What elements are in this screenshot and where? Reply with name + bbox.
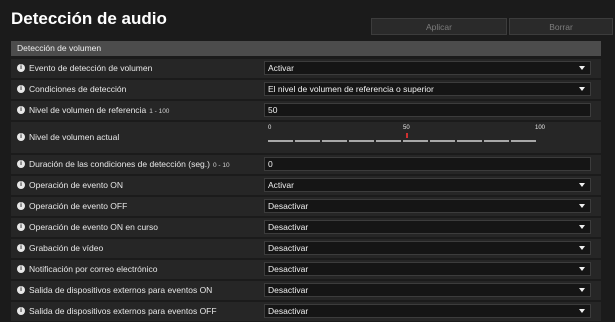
detection-conditions-select[interactable]: El nivel de volumen de referencia o supe… — [264, 82, 591, 96]
row-label: Grabación de vídeo — [29, 243, 104, 253]
apply-button[interactable]: Aplicar — [371, 18, 507, 35]
event-on-ongoing-operation-select[interactable]: Desactivar — [264, 220, 591, 234]
email-notification-select[interactable]: Desactivar — [264, 262, 591, 276]
event-on-operation-select[interactable]: Activar — [264, 178, 591, 192]
meter-segment — [511, 140, 536, 142]
row-label: Salida de dispositivos externos para eve… — [29, 306, 217, 316]
row-detection-duration: i Duración de las condiciones de detecció… — [11, 155, 601, 174]
external-output-on-select[interactable]: Desactivar — [264, 283, 591, 297]
select-value: Activar — [268, 180, 294, 190]
clear-button[interactable]: Borrar — [509, 18, 613, 35]
external-output-off-select[interactable]: Desactivar — [264, 304, 591, 318]
page-title: Detección de audio — [11, 9, 167, 28]
input-value: 50 — [268, 105, 278, 115]
row-label: Salida de dispositivos externos para eve… — [29, 285, 213, 295]
row-label: Condiciones de detección — [29, 84, 127, 94]
chevron-down-icon — [579, 183, 585, 187]
row-label: Operación de evento ON en curso — [29, 222, 158, 232]
info-icon[interactable]: i — [17, 306, 25, 315]
range-hint: 0 - 10 — [212, 162, 230, 169]
select-value: El nivel de volumen de referencia o supe… — [268, 84, 434, 94]
chevron-down-icon — [579, 309, 585, 313]
select-value: Desactivar — [268, 222, 309, 232]
row-event-on-ongoing-operation: i Operación de evento ON en curso Desacti… — [11, 218, 601, 237]
row-label: Duración de las condiciones de detección… — [29, 159, 210, 169]
meter-mid-label: 50 — [403, 125, 410, 131]
row-external-output-off: i Salida de dispositivos externos para ev… — [11, 302, 601, 321]
video-recording-select[interactable]: Desactivar — [264, 241, 591, 255]
row-event-off-operation: i Operación de evento OFF Desactivar — [11, 197, 601, 216]
row-label: Operación de evento ON — [29, 180, 124, 190]
info-icon[interactable]: i — [17, 201, 25, 210]
reference-volume-level-input[interactable]: 50 — [264, 103, 591, 117]
input-value: 0 — [268, 159, 273, 169]
chevron-down-icon — [579, 87, 585, 91]
page-header: Detección de audio Aplicar Borrar — [0, 0, 615, 38]
meter-segment — [349, 140, 374, 142]
info-icon[interactable]: i — [17, 285, 25, 294]
meter-segment — [268, 140, 293, 142]
select-value: Desactivar — [268, 243, 309, 253]
volume-detection-event-select[interactable]: Activar — [264, 61, 591, 75]
meter-max-label: 100 — [535, 125, 546, 131]
meter-segment — [484, 140, 509, 142]
info-icon[interactable]: i — [17, 84, 25, 93]
meter-segment — [403, 140, 428, 142]
row-event-on-operation: i Operación de evento ON Activar — [11, 176, 601, 195]
reference-level-marker — [406, 133, 408, 138]
meter-segment — [376, 140, 401, 142]
row-label: Nivel de volumen actual — [29, 132, 120, 142]
chevron-down-icon — [579, 267, 585, 271]
info-icon[interactable]: i — [17, 105, 25, 114]
row-label: Nivel de volumen de referencia — [29, 105, 147, 115]
current-volume-meter: 0 50 100 — [264, 123, 591, 153]
row-detection-conditions: i Condiciones de detección El nivel de vo… — [11, 80, 601, 99]
meter-segment — [430, 140, 455, 142]
chevron-down-icon — [579, 66, 585, 70]
row-reference-volume-level: i Nivel de volumen de referencia 1 - 100 5… — [11, 101, 601, 120]
row-email-notification: i Notificación por correo electrónico Des… — [11, 260, 601, 279]
info-icon[interactable]: i — [17, 132, 25, 141]
section-header-volume-detection: Detección de volumen — [11, 41, 601, 56]
row-label: Operación de evento OFF — [29, 201, 128, 211]
row-label: Evento de detección de volumen — [29, 63, 153, 73]
select-value: Desactivar — [268, 264, 309, 274]
row-external-output-on: i Salida de dispositivos externos para ev… — [11, 281, 601, 300]
row-volume-detection-event: i Evento de detección de volumen Activar — [11, 59, 601, 78]
row-video-recording: i Grabación de vídeo Desactivar — [11, 239, 601, 258]
select-value: Desactivar — [268, 201, 309, 211]
meter-segment — [295, 140, 320, 142]
range-hint: 1 - 100 — [149, 108, 170, 115]
info-icon[interactable]: i — [17, 243, 25, 252]
meter-segment — [322, 140, 347, 142]
chevron-down-icon — [579, 246, 585, 250]
info-icon[interactable]: i — [17, 222, 25, 231]
row-current-volume-level: i Nivel de volumen actual 0 50 100 — [11, 122, 601, 153]
info-icon[interactable]: i — [17, 180, 25, 189]
row-label: Notificación por correo electrónico — [29, 264, 158, 274]
select-value: Desactivar — [268, 306, 309, 316]
chevron-down-icon — [579, 204, 585, 208]
select-value: Activar — [268, 63, 294, 73]
detection-duration-input[interactable]: 0 — [264, 157, 591, 171]
meter-min-label: 0 — [268, 125, 272, 131]
event-off-operation-select[interactable]: Desactivar — [264, 199, 591, 213]
info-icon[interactable]: i — [17, 159, 25, 168]
meter-segment — [457, 140, 482, 142]
chevron-down-icon — [579, 225, 585, 229]
chevron-down-icon — [579, 288, 585, 292]
info-icon[interactable]: i — [17, 264, 25, 273]
info-icon[interactable]: i — [17, 63, 25, 72]
select-value: Desactivar — [268, 285, 309, 295]
